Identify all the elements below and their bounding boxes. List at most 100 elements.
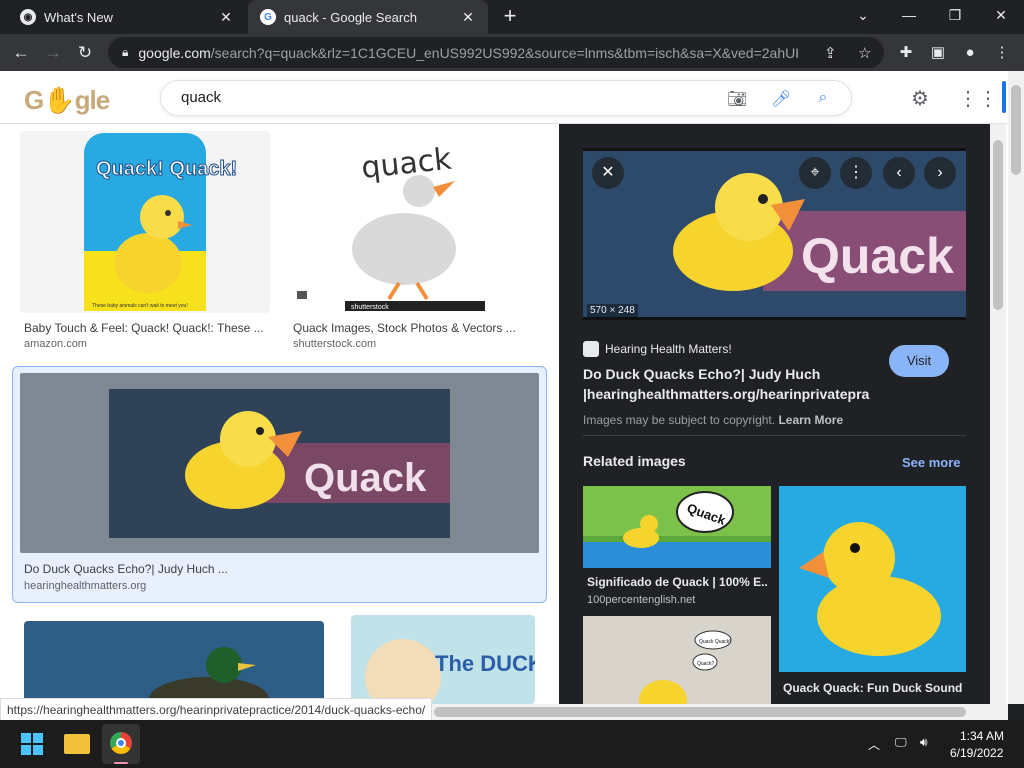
duck-speech-bubbles-image: Quack Quack! Quack? bbox=[639, 630, 732, 704]
result-title[interactable]: Do Duck Quacks Echo?| Judy Huch ... bbox=[24, 562, 524, 576]
related-image[interactable] bbox=[779, 486, 966, 672]
source-name: Hearing Health Matters! bbox=[605, 342, 732, 356]
scroll-thumb[interactable] bbox=[993, 140, 1003, 310]
menu-icon[interactable]: ⋮ bbox=[991, 42, 1013, 64]
mallard-thumbnail[interactable] bbox=[24, 621, 324, 704]
file-explorer-icon[interactable] bbox=[64, 734, 90, 754]
google-logo[interactable]: G✋gle bbox=[24, 85, 110, 116]
side-panel-icon[interactable]: ▣ bbox=[927, 42, 949, 64]
start-windows-icon[interactable] bbox=[21, 733, 43, 755]
close-window-button[interactable]: ✕ bbox=[978, 0, 1024, 30]
search-input[interactable] bbox=[181, 89, 701, 106]
lens-search-icon[interactable]: ⌖ bbox=[799, 157, 831, 189]
google-icon: G bbox=[260, 9, 276, 25]
tab-search-icon[interactable]: ⌄ bbox=[840, 0, 886, 30]
related-title[interactable]: Significado de Quack | 100% E... bbox=[587, 575, 767, 589]
duck-book-image: The DUCK bbox=[365, 639, 535, 704]
selected-result-card[interactable]: Quack Do Duck Quacks Echo?| Judy Huch ..… bbox=[12, 366, 547, 603]
preview-title[interactable]: Do Duck Quacks Echo?| Judy Huch |hearing… bbox=[583, 364, 883, 404]
related-bubble-text: Quack Quack! bbox=[699, 639, 731, 645]
previous-icon[interactable]: ‹ bbox=[883, 157, 915, 189]
visit-button[interactable]: Visit bbox=[889, 345, 949, 377]
clock-time[interactable]: 1:34 AM bbox=[960, 729, 1004, 743]
browser-toolbar: ← → ↻ 🔒︎ google.com/search?q=quack&rlz=1… bbox=[0, 34, 1024, 71]
bookmark-star-icon[interactable]: ☆ bbox=[858, 44, 871, 62]
mallard-image bbox=[149, 647, 269, 704]
tab-title: quack - Google Search bbox=[284, 9, 417, 25]
clock-date[interactable]: 6/19/2022 bbox=[950, 746, 1003, 760]
duck-book-text: The DUCK bbox=[435, 651, 535, 676]
result-site: amazon.com bbox=[24, 338, 87, 350]
status-bar-url: https://hearinghealthmatters.org/hearinp… bbox=[0, 698, 433, 722]
related-image[interactable]: Quack Quack! Quack? bbox=[583, 616, 771, 704]
new-tab-button[interactable]: + bbox=[498, 5, 522, 29]
reload-button[interactable]: ↻ bbox=[72, 40, 98, 66]
horizontal-scrollbar[interactable] bbox=[430, 704, 1008, 720]
result-card[interactable]: quack shutterstock Quack Images, Stock P… bbox=[289, 131, 539, 351]
result-title[interactable]: Quack Images, Stock Photos & Vectors ... bbox=[293, 321, 538, 335]
forward-button[interactable]: → bbox=[40, 40, 66, 66]
result-site: hearinghealthmatters.org bbox=[24, 580, 147, 592]
related-images-heading: Related images bbox=[583, 453, 686, 469]
account-edge[interactable] bbox=[1002, 81, 1006, 113]
network-icon[interactable]: 🖵︎ bbox=[895, 735, 907, 750]
share-icon[interactable]: ⇪ bbox=[824, 44, 837, 62]
duck-book-thumbnail[interactable]: The DUCK bbox=[351, 615, 535, 704]
result-title[interactable]: Baby Touch & Feel: Quack! Quack!: These … bbox=[24, 321, 269, 335]
tab-whats-new[interactable]: ◉ What's New ✕ bbox=[8, 0, 246, 34]
scroll-thumb[interactable] bbox=[1011, 85, 1021, 175]
panel-scrollbar[interactable] bbox=[990, 124, 1006, 704]
close-tab-icon[interactable]: ✕ bbox=[218, 9, 234, 26]
tray-chevron-icon[interactable]: ︿ bbox=[868, 736, 880, 753]
shutterstock-text: shutterstock bbox=[351, 304, 389, 311]
result-card[interactable]: Quack! Quack! These baby animals can't w… bbox=[20, 131, 270, 351]
volume-icon[interactable]: 🔊︎ bbox=[920, 735, 928, 750]
camera-icon[interactable]: 📷︎ bbox=[727, 89, 747, 109]
result-site: shutterstock.com bbox=[293, 338, 377, 350]
see-more-link[interactable]: See more bbox=[902, 455, 961, 470]
address-bar[interactable]: 🔒︎ google.com/search?q=quack&rlz=1C1GCEU… bbox=[108, 37, 884, 68]
extensions-icon[interactable]: ✚ bbox=[895, 42, 917, 64]
restore-button[interactable]: ❐ bbox=[932, 0, 978, 30]
lock-icon[interactable]: 🔒︎ bbox=[122, 45, 128, 60]
preview-quack-text: Quack bbox=[801, 228, 954, 284]
more-options-icon[interactable]: ⋮ bbox=[840, 157, 872, 189]
tab-strip: ◉ What's New ✕ G quack - Google Search ✕… bbox=[0, 0, 1024, 34]
tab-google-search[interactable]: G quack - Google Search ✕ bbox=[248, 0, 488, 34]
cartoon-duck-pond-image: Quack bbox=[583, 486, 771, 568]
search-icon[interactable]: ⌕ bbox=[813, 89, 833, 109]
related-title[interactable]: Quack Quack: Fun Duck Sound... bbox=[783, 681, 963, 695]
result-thumbnail[interactable]: quack shutterstock bbox=[289, 131, 539, 313]
related-bubble-text: Quack? bbox=[697, 661, 714, 667]
address-url[interactable]: google.com/search?q=quack&rlz=1C1GCEU_en… bbox=[138, 45, 798, 61]
result-thumbnail[interactable]: Quack bbox=[20, 373, 539, 553]
related-image[interactable]: Quack bbox=[583, 486, 771, 568]
result-thumbnail[interactable]: Quack! Quack! These baby animals can't w… bbox=[20, 131, 270, 313]
quack-banner-text: Quack bbox=[304, 456, 427, 500]
apps-grid-icon[interactable]: ⋮⋮ bbox=[958, 86, 998, 110]
learn-more-link[interactable]: Learn More bbox=[778, 413, 843, 427]
book-cover-image: Quack! Quack! These baby animals can't w… bbox=[84, 133, 238, 311]
close-icon[interactable]: ✕ bbox=[592, 157, 624, 189]
source-line[interactable]: Hearing Health Matters! bbox=[583, 341, 732, 357]
yellow-duck-image bbox=[799, 522, 941, 656]
chrome-taskbar-icon[interactable] bbox=[102, 724, 140, 764]
profile-icon[interactable]: ● bbox=[959, 42, 981, 64]
back-button[interactable]: ← bbox=[8, 40, 34, 66]
search-box[interactable]: 📷︎ 🎤︎ ⌕ bbox=[160, 80, 852, 116]
settings-gear-icon[interactable]: ⚙ bbox=[908, 86, 932, 110]
scroll-thumb[interactable] bbox=[434, 707, 966, 717]
copyright-notice: Images may be subject to copyright. Lear… bbox=[583, 413, 844, 427]
site-favicon-icon bbox=[583, 341, 599, 357]
book-caption-text: These baby animals can't wait to meet yo… bbox=[92, 303, 188, 309]
next-icon[interactable]: › bbox=[924, 157, 956, 189]
cartoon-duck-image: quack shutterstock bbox=[297, 142, 485, 311]
minimize-button[interactable]: — bbox=[886, 0, 932, 30]
taskbar: ︿ 🖵︎ 🔊︎ 1:34 AM 6/19/2022 bbox=[0, 720, 1024, 768]
related-site: 100percentenglish.net bbox=[587, 594, 696, 606]
page-vertical-scrollbar[interactable] bbox=[1008, 71, 1024, 704]
google-header: G✋gle 📷︎ 🎤︎ ⌕ ⚙ ⋮⋮ bbox=[0, 71, 1008, 124]
microphone-icon[interactable]: 🎤︎ bbox=[771, 89, 791, 109]
divider bbox=[583, 435, 966, 436]
close-tab-icon[interactable]: ✕ bbox=[460, 9, 476, 26]
